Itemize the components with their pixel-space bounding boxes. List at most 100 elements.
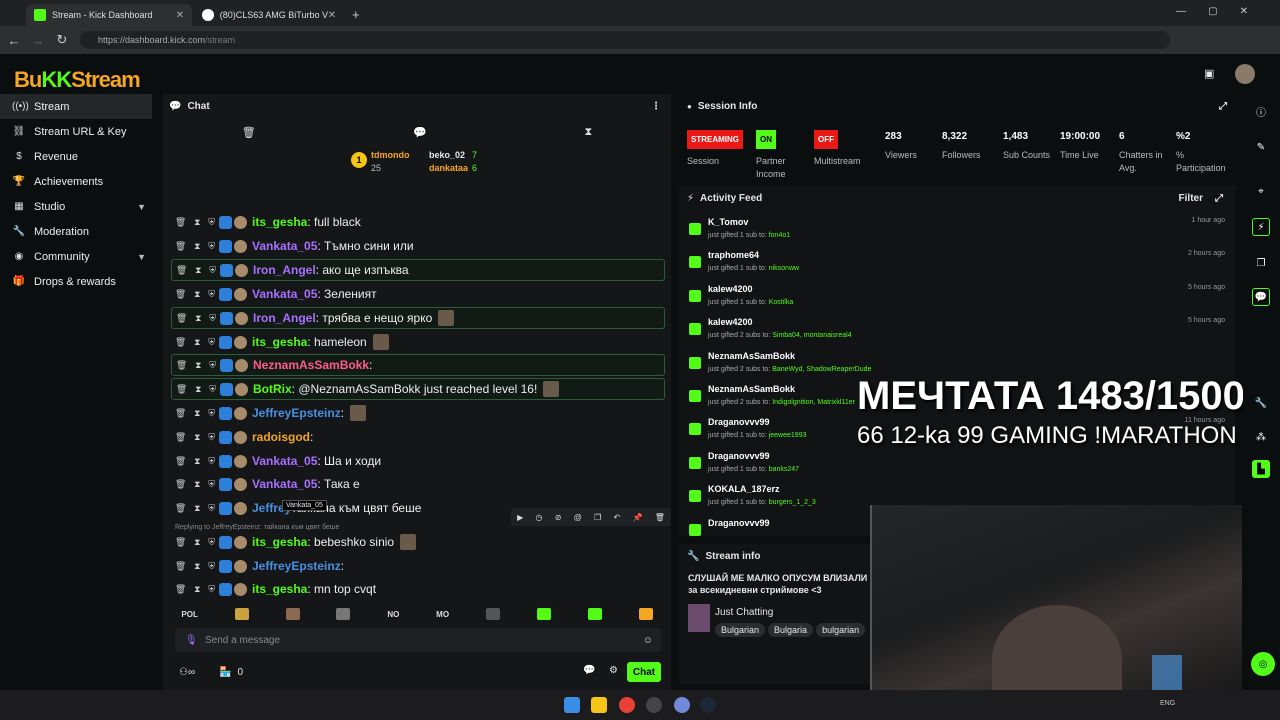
browser-tab-kick[interactable]: Stream - Kick Dashboard ✕ xyxy=(26,4,192,26)
chat-username[interactable]: its_gesha xyxy=(252,215,307,229)
trash-icon[interactable]: 🗑 xyxy=(175,561,186,572)
chat-message[interactable]: 🗑 ⧗ ⛨ JeffreyEpsteinz: xyxy=(171,555,665,577)
info-icon[interactable]: ⓘ xyxy=(1252,102,1270,120)
chat-bubble-icon[interactable]: 💬 xyxy=(413,126,427,139)
trash-icon[interactable]: 🗑 xyxy=(175,241,186,252)
users-icon[interactable]: ⚇∞ xyxy=(179,667,195,678)
shield-icon[interactable]: ⛨ xyxy=(208,537,215,548)
shield-icon[interactable]: ⛨ xyxy=(208,217,215,228)
activity-user[interactable]: Draganovvv99 xyxy=(708,417,770,427)
chat-icon[interactable]: 💬 xyxy=(1252,288,1270,306)
more-menu-icon[interactable]: ⋮ xyxy=(651,101,661,112)
chat-username[interactable]: Vankata_05 xyxy=(252,454,317,468)
steam-icon[interactable] xyxy=(700,697,716,713)
chat-message[interactable]: 🗑 ⧗ ⛨ its_gesha: full black xyxy=(171,211,665,233)
lightning-icon[interactable]: ⚡ xyxy=(1252,218,1270,236)
hourglass-icon[interactable]: ⧗ xyxy=(194,289,200,300)
shield-icon[interactable]: ⛨ xyxy=(208,503,215,514)
close-tab-icon[interactable]: ✕ xyxy=(328,10,336,21)
emote-shortcut[interactable] xyxy=(234,608,249,620)
chat-username[interactable]: Vankata_05 xyxy=(252,477,317,491)
trash-icon[interactable]: 🗑 xyxy=(175,479,186,490)
chat-message[interactable]: 🗑 ⧗ ⛨ its_gesha: hameleon xyxy=(171,331,665,353)
chat-username[interactable]: Vankata_05 xyxy=(252,287,317,301)
hourglass-icon[interactable]: ⧗ xyxy=(585,126,593,139)
edit-icon[interactable]: ✎ xyxy=(1252,138,1270,156)
hourglass-icon[interactable]: ⧗ xyxy=(194,337,200,348)
chat-username[interactable]: JeffreyEpsteinz xyxy=(252,559,341,573)
hourglass-icon[interactable]: ⧗ xyxy=(195,384,201,395)
trash-icon[interactable]: 🗑 xyxy=(175,537,186,548)
chat-username[interactable]: radoisgod xyxy=(252,430,310,444)
chat-username[interactable]: Iron_Angel xyxy=(253,311,316,325)
category-name[interactable]: Just Chatting xyxy=(715,607,773,618)
send-chat-button[interactable]: Chat xyxy=(627,662,661,682)
expand-icon[interactable]: ⤢ xyxy=(1219,101,1227,112)
hourglass-icon[interactable]: ⧗ xyxy=(195,313,201,324)
mention-icon[interactable]: @ xyxy=(574,513,582,522)
hourglass-icon[interactable]: ⧗ xyxy=(194,537,200,548)
sidebar-item-moderation[interactable]: 🔧 Moderation xyxy=(0,219,160,244)
shield-icon[interactable]: ⛨ xyxy=(208,561,215,572)
shield-icon[interactable]: ⛨ xyxy=(208,337,215,348)
hourglass-icon[interactable]: ⧗ xyxy=(194,241,200,252)
shield-icon[interactable]: ⛨ xyxy=(209,360,216,371)
chat-username[interactable]: BotRix xyxy=(253,382,292,396)
emote-shortcut[interactable]: MO xyxy=(436,610,449,619)
emote-shortcut[interactable]: POL xyxy=(181,610,197,619)
shield-icon[interactable]: ⛨ xyxy=(208,432,215,443)
stream-icon[interactable]: ▙ xyxy=(1252,460,1270,478)
chat-username[interactable]: JeffreyEpsteinz xyxy=(252,406,341,420)
emote-shortcut[interactable] xyxy=(336,608,351,620)
chat-message[interactable]: 🗑 ⧗ ⛨ Iron_Angel: трябва е нещо ярко xyxy=(171,307,665,329)
emote-shortcut[interactable] xyxy=(536,608,551,620)
chat-message[interactable]: 🗑 ⧗ ⛨ BotRix: @NeznamAsSamBokk just reached… xyxy=(171,378,665,400)
chat-message[interactable]: 🗑 ⧗ ⛨ NeznamAsSamBokk: xyxy=(171,354,665,376)
shield-icon[interactable]: ⛨ xyxy=(209,265,216,276)
sidebar-item-studio[interactable]: ▦ Studio ▼ xyxy=(0,194,160,219)
chat-message[interactable]: 🗑 ⧗ ⛨ Vankata_05: Зеленият xyxy=(171,283,665,305)
chat-message[interactable]: 🗑 ⧗ ⛨ Vankata_05: Ша и ходи xyxy=(171,450,665,472)
forward-icon[interactable]: → xyxy=(26,33,50,48)
chat-message-input[interactable]: 🎙 Send a message ☺ xyxy=(175,628,661,652)
trash-icon[interactable]: 🗑 xyxy=(176,384,187,395)
activity-user[interactable]: kalew4200 xyxy=(708,317,753,327)
trash-icon[interactable]: 🗑 xyxy=(175,503,186,514)
emote-shortcut[interactable] xyxy=(485,608,500,620)
hourglass-icon[interactable]: ⧗ xyxy=(194,456,200,467)
play-icon[interactable]: ▶ xyxy=(517,513,523,522)
close-tab-icon[interactable]: ✕ xyxy=(176,10,184,21)
trash-icon[interactable]: 🗑 xyxy=(175,289,186,300)
obs-icon[interactable] xyxy=(646,697,662,713)
trash-icon[interactable]: 🗑 xyxy=(176,360,187,371)
sidebar-item-community[interactable]: ◉ Community ▼ xyxy=(0,244,160,269)
shield-icon[interactable]: ⛨ xyxy=(208,456,215,467)
filter-button[interactable]: Filter xyxy=(1179,193,1203,204)
chat-message[interactable]: 🗑 ⧗ ⛨ JeffreyEpsteinz: xyxy=(171,402,665,424)
hourglass-icon[interactable]: ⧗ xyxy=(194,408,200,419)
trash-icon[interactable]: 🗑 xyxy=(175,456,186,467)
activity-user[interactable]: K_Tomov xyxy=(708,217,748,227)
chat-message[interactable]: 🗑 ⧗ ⛨ its_gesha: bebeshko sinio xyxy=(171,531,665,553)
crosshair-icon[interactable]: ⌖ xyxy=(1252,182,1270,200)
shield-icon[interactable]: ⛨ xyxy=(209,313,216,324)
shield-icon[interactable]: ⛨ xyxy=(208,408,215,419)
trash-icon[interactable]: 🗑 xyxy=(176,313,187,324)
sidebar-item-stream-url[interactable]: ⛓ Stream URL & Key xyxy=(0,119,160,144)
chat-username[interactable]: its_gesha xyxy=(252,335,307,349)
discord-icon[interactable] xyxy=(674,697,690,713)
trash-icon[interactable]: 🗑 xyxy=(175,408,186,419)
emoji-icon[interactable]: ☺ xyxy=(643,635,653,646)
emote-shortcut[interactable]: NO xyxy=(387,610,399,619)
pin-icon[interactable]: 📌 xyxy=(632,513,642,522)
trash-icon[interactable]: 🗑 xyxy=(175,337,186,348)
hourglass-icon[interactable]: ⧗ xyxy=(194,503,200,514)
sidebar-item-revenue[interactable]: $ Revenue xyxy=(0,144,160,169)
shield-icon[interactable]: ⛨ xyxy=(208,479,215,490)
wrench-icon[interactable]: 🔧 xyxy=(1252,394,1270,412)
hourglass-icon[interactable]: ⧗ xyxy=(194,584,200,595)
tag[interactable]: Bulgarian xyxy=(715,623,766,637)
hourglass-icon[interactable]: ⧗ xyxy=(194,217,200,228)
trash-icon[interactable]: 🗑 xyxy=(175,584,186,595)
support-icon[interactable]: ◎ xyxy=(1251,652,1275,676)
